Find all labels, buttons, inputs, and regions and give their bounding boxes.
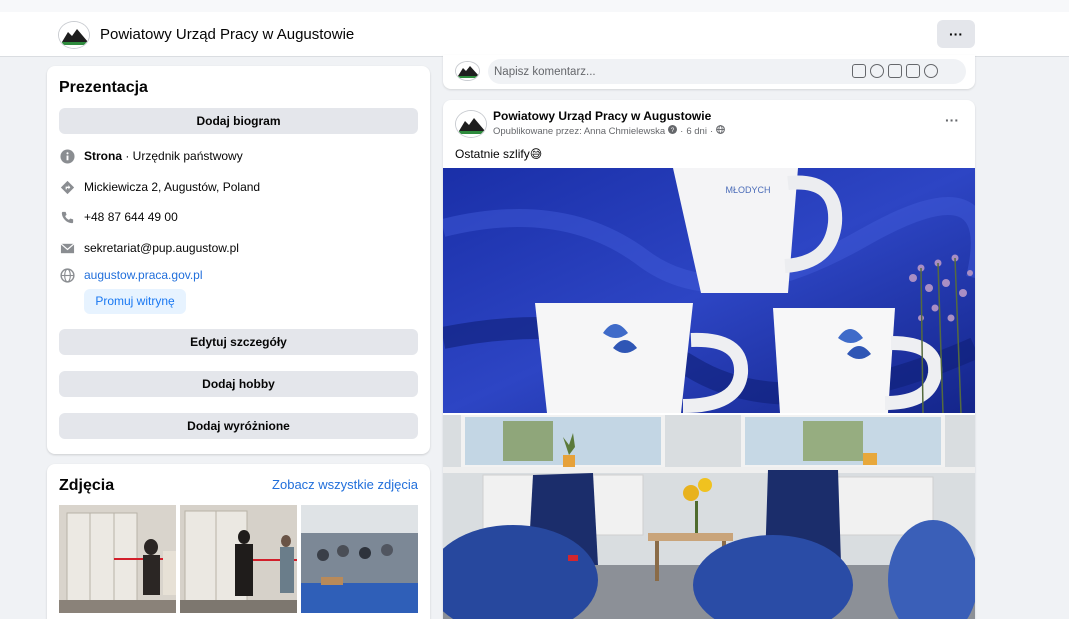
email-text: sekretariat@pup.augustow.pl <box>84 241 239 255</box>
promote-website-button[interactable]: Promuj witrynę <box>84 289 186 314</box>
intro-card: Prezentacja Dodaj biogram Strona · Urzęd… <box>47 66 430 454</box>
page-title[interactable]: Powiatowy Urząd Pracy w Augustowie <box>100 26 354 43</box>
post-text-body: Ostatnie szlify <box>455 147 530 161</box>
camera-icon[interactable] <box>888 64 902 78</box>
gif-icon[interactable] <box>906 64 920 78</box>
intro-title: Prezentacja <box>59 79 148 96</box>
post-image-mugs[interactable]: MŁODYCH <box>443 168 975 413</box>
email-row: sekretariat@pup.augustow.pl <box>59 238 239 258</box>
photo-thumbnail[interactable] <box>59 505 176 613</box>
photo-thumbnail[interactable] <box>180 505 297 613</box>
phone-text: +48 87 644 49 00 <box>84 210 178 224</box>
see-all-photos-link[interactable]: Zobacz wszystkie zdjęcia <box>272 477 418 492</box>
post-author-name[interactable]: Powiatowy Urząd Pracy w Augustowie <box>493 109 711 123</box>
edit-details-button[interactable]: Edytuj szczegóły <box>59 329 418 355</box>
meta-dot: · <box>680 125 684 137</box>
header-more-button[interactable]: ··· <box>937 20 975 48</box>
comment-tools <box>852 64 938 78</box>
category-value: · Urzędnik państwowy <box>122 149 243 163</box>
envelope-icon <box>59 240 75 256</box>
website-link[interactable]: augustow.praca.gov.pl <box>84 268 203 282</box>
emoji-icon[interactable] <box>870 64 884 78</box>
post-text: Ostatnie szlify😅 <box>455 147 542 161</box>
add-hobby-button[interactable]: Dodaj hobby <box>59 371 418 397</box>
address-text: Mickiewicza 2, Augustów, Poland <box>84 180 261 194</box>
photos-card: Zdjęcia Zobacz wszystkie zdjęcia <box>47 464 430 619</box>
svg-text:?: ? <box>671 127 675 134</box>
sweat-smile-emoji: 😅 <box>529 147 543 161</box>
globe-icon <box>716 125 726 137</box>
post-more-button[interactable]: ··· <box>945 112 959 128</box>
page-logo[interactable] <box>58 21 90 49</box>
photos-title: Zdjęcia <box>59 477 115 494</box>
phone-icon <box>59 209 75 225</box>
meta-dot: · <box>709 125 714 137</box>
info-icon <box>59 148 75 164</box>
commenter-avatar <box>455 61 480 81</box>
svg-text:MŁODYCH: MŁODYCH <box>725 185 770 195</box>
comment-bar <box>443 55 975 89</box>
photo-thumbnail[interactable] <box>301 505 418 613</box>
published-by-text: Opublikowane przez: Anna Chmielewska <box>493 125 666 137</box>
post-author-avatar[interactable] <box>455 110 487 138</box>
page-header: Powiatowy Urząd Pracy w Augustowie ··· <box>0 0 1069 57</box>
post-card: Powiatowy Urząd Pracy w Augustowie Opubl… <box>443 100 975 619</box>
help-icon[interactable]: ? <box>668 125 678 137</box>
category-label: Strona <box>84 149 123 163</box>
post-time[interactable]: 6 dni <box>686 126 707 137</box>
category-row: Strona · Urzędnik państwowy <box>59 146 243 166</box>
globe-icon <box>59 267 75 283</box>
avatar-sticker-icon[interactable] <box>852 64 866 78</box>
phone-row: +48 87 644 49 00 <box>59 207 178 227</box>
sticker-icon[interactable] <box>924 64 938 78</box>
post-meta: Opublikowane przez: Anna Chmielewska ? ·… <box>493 125 726 137</box>
post-image-room[interactable] <box>443 415 975 619</box>
address-row: Mickiewicza 2, Augustów, Poland <box>59 177 260 197</box>
website-row: augustow.praca.gov.pl <box>59 265 203 285</box>
directions-icon <box>59 179 75 195</box>
add-featured-button[interactable]: Dodaj wyróżnione <box>59 413 418 439</box>
add-bio-button[interactable]: Dodaj biogram <box>59 108 418 134</box>
